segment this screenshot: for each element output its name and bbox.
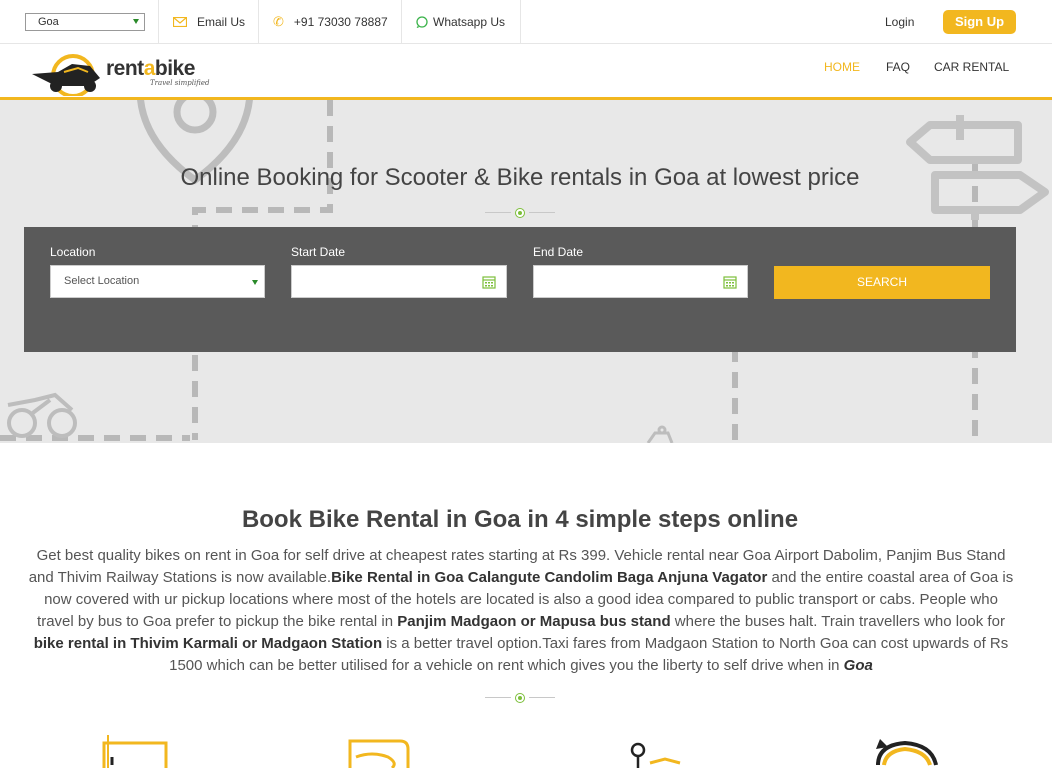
intro-text-3: where the buses halt. Train travellers w…	[670, 613, 1005, 630]
nav-home[interactable]: HOME	[824, 60, 860, 74]
start-date-input[interactable]	[291, 265, 507, 298]
divider-dot-icon	[515, 693, 525, 703]
step-ride-icon	[876, 739, 938, 766]
brand-name-part3: bike	[154, 57, 196, 80]
calendar-icon[interactable]	[723, 275, 737, 289]
chevron-down-icon	[252, 280, 258, 285]
envelope-icon	[173, 17, 187, 27]
login-link[interactable]: Login	[885, 15, 914, 29]
calendar-icon[interactable]	[482, 275, 496, 289]
end-date-input[interactable]	[533, 265, 748, 298]
city-select[interactable]: Goa	[25, 13, 145, 31]
top-bar: Goa Email Us ✆ +91 73030 78887 Whatsapp …	[0, 0, 1052, 44]
section-title: Book Bike Rental in Goa in 4 simple step…	[241, 506, 799, 533]
phone-icon: ✆	[273, 14, 284, 29]
email-us-label: Email Us	[197, 15, 246, 29]
nav-faq[interactable]: FAQ	[886, 60, 910, 74]
whatsapp-label: Whatsapp Us	[433, 15, 506, 29]
content-divider	[485, 693, 555, 703]
step-payment-icon	[348, 739, 410, 768]
brand-name[interactable]: rentabike	[106, 57, 195, 81]
chevron-down-icon	[133, 19, 139, 24]
step-form-icon	[102, 735, 168, 768]
brand-tagline: Travel simplified	[150, 79, 210, 87]
intro-paragraph: Get best quality bikes on rent in Goa fo…	[24, 545, 1018, 677]
steps-icons-row	[102, 735, 938, 768]
phone-label: +91 73030 78887	[293, 15, 388, 29]
hero-title: Online Booking for Scooter & Bike rental…	[180, 164, 860, 191]
nav-car-rental[interactable]: CAR RENTAL	[934, 60, 1009, 74]
step-pickup-icon	[630, 742, 681, 768]
logo-icon[interactable]	[28, 50, 108, 96]
signup-button[interactable]: Sign Up	[943, 10, 1016, 34]
intro-bold-2: Panjim Madgaon or Mapusa bus stand	[397, 613, 671, 630]
hero-divider	[485, 208, 555, 218]
brand-name-part1: rent	[106, 57, 144, 80]
main-navbar: rentabike Travel simplified HOME FAQ CAR…	[0, 45, 1052, 100]
brand-name-part2: a	[143, 57, 156, 80]
location-select[interactable]: Select Location	[50, 265, 265, 298]
divider-dot-icon	[515, 208, 525, 218]
intro-bold-1: Bike Rental in Goa Calangute Candolim Ba…	[331, 569, 768, 586]
start-date-label: Start Date	[291, 245, 346, 259]
email-us-link[interactable]: Email Us	[158, 0, 258, 44]
intro-bold-4: Goa	[843, 657, 873, 674]
search-form: Location Select Location Start Date End …	[24, 227, 1016, 352]
search-button[interactable]: SEARCH	[774, 266, 990, 299]
phone-link[interactable]: ✆ +91 73030 78887	[258, 0, 401, 44]
city-select-value: Goa	[38, 16, 59, 28]
whatsapp-link[interactable]: Whatsapp Us	[401, 0, 521, 44]
hero-banner: Online Booking for Scooter & Bike rental…	[0, 100, 1052, 443]
whatsapp-icon	[416, 16, 428, 28]
intro-bold-3: bike rental in Thivim Karmali or Madgaon…	[33, 635, 383, 652]
location-label: Location	[50, 245, 96, 259]
location-select-value: Select Location	[64, 275, 140, 287]
end-date-label: End Date	[533, 245, 584, 259]
